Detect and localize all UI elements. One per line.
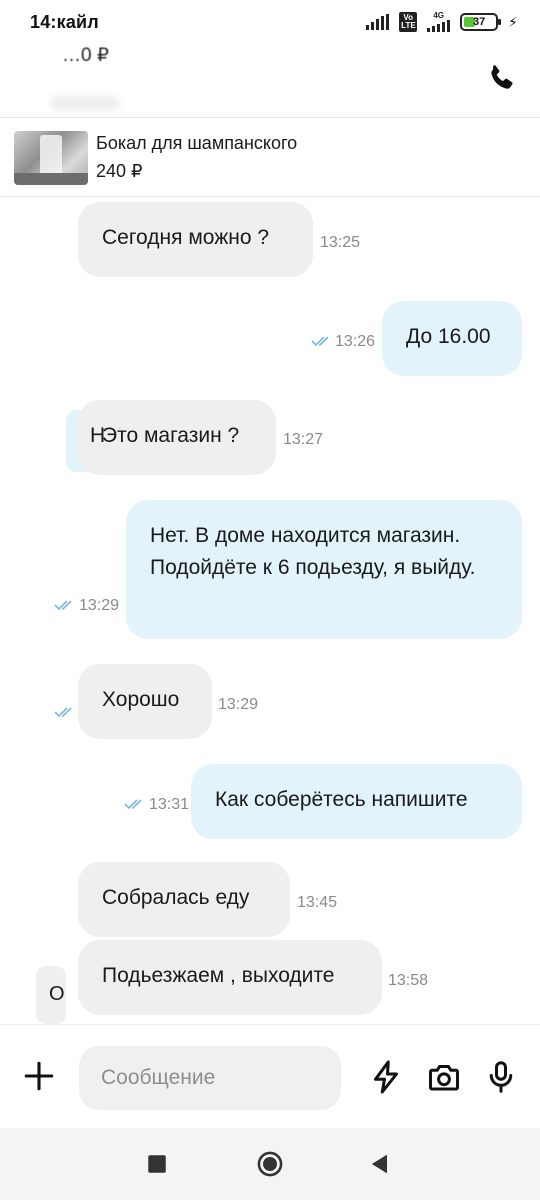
message-time: 13:26	[335, 333, 376, 350]
battery-icon: 37	[460, 13, 502, 31]
message-time: 13:29	[79, 597, 120, 614]
message-time: 13:29	[218, 696, 259, 713]
header-title: …0 ₽	[62, 45, 109, 66]
signal-icon	[366, 14, 390, 30]
plus-icon[interactable]	[22, 1059, 56, 1093]
camera-icon[interactable]	[426, 1059, 462, 1095]
system-nav-bar	[0, 1128, 540, 1200]
message-text: Хорошо	[102, 688, 180, 711]
message-bubble-incoming[interactable]: Хорошо	[78, 664, 212, 739]
chat-header: …0 ₽	[0, 44, 540, 118]
message-bubble-incoming[interactable]: Это магазин ?	[78, 400, 276, 475]
composer-bar: Сообщение	[0, 1024, 540, 1126]
message-time: 13:25	[320, 234, 361, 251]
phone-icon[interactable]	[484, 62, 518, 96]
message-list[interactable]: Сегодня можно ? 13:25 13:26 До 16.00 Это…	[0, 198, 540, 1024]
status-icons: Vo LTE 4G 37 ⚡	[366, 12, 518, 32]
peek-letter: О	[49, 983, 65, 1005]
lightning-icon[interactable]	[368, 1059, 404, 1095]
message-input[interactable]: Сообщение	[79, 1046, 341, 1110]
product-thumbnail[interactable]	[14, 131, 88, 185]
product-price: 240 ₽	[96, 161, 143, 181]
charging-icon: ⚡	[508, 13, 518, 30]
message-time: 13:58	[388, 972, 429, 989]
message-time: 13:31	[149, 796, 190, 813]
status-bar: 14:кайл Vo LTE 4G 37 ⚡	[0, 0, 540, 44]
peek-letter: Н	[90, 424, 106, 447]
message-text: Нет. В доме находится магазин. Подойдёте…	[150, 524, 476, 579]
message-text: Как соберётесь напишите	[215, 788, 468, 811]
home-icon[interactable]	[256, 1150, 284, 1178]
message-bubble-incoming[interactable]: Собралась еду	[78, 862, 290, 937]
message-bubble-outgoing[interactable]: Как соберётесь напишите	[191, 764, 522, 839]
message-bubble-incoming[interactable]: Сегодня можно ?	[78, 202, 313, 277]
microphone-icon[interactable]	[483, 1059, 519, 1095]
message-time: 13:45	[297, 894, 338, 911]
message-time: 13:27	[283, 431, 324, 448]
message-text: До 16.00	[406, 325, 491, 348]
product-title: Бокал для шампанского	[96, 133, 298, 153]
message-text: Это магазин ?	[102, 424, 240, 447]
read-receipt-icon	[54, 707, 72, 718]
message-text: Подьезжаем , выходите	[102, 964, 335, 987]
message-text: Собралась еду	[102, 886, 250, 909]
volte-icon: Vo LTE	[399, 12, 418, 32]
message-bubble-incoming[interactable]: Подьезжаем , выходите	[78, 940, 382, 1015]
product-card[interactable]: Бокал для шампанского 240 ₽	[0, 119, 540, 197]
status-time: 14:кайл	[30, 11, 99, 32]
message-bubble-outgoing[interactable]: До 16.00	[382, 301, 522, 376]
read-receipt-icon	[311, 336, 329, 347]
battery-percent: 37	[473, 16, 486, 28]
message-bubble-outgoing[interactable]: Нет. В доме находится магазин. Подойдёте…	[126, 500, 522, 639]
back-icon[interactable]	[366, 1150, 394, 1178]
recents-icon[interactable]	[143, 1150, 171, 1178]
header-subtitle-blurred	[50, 96, 120, 110]
read-receipt-icon	[124, 799, 142, 810]
read-receipt-icon	[54, 600, 72, 611]
message-text: Сегодня можно ?	[102, 226, 270, 249]
network-4g-icon: 4G	[427, 12, 451, 32]
